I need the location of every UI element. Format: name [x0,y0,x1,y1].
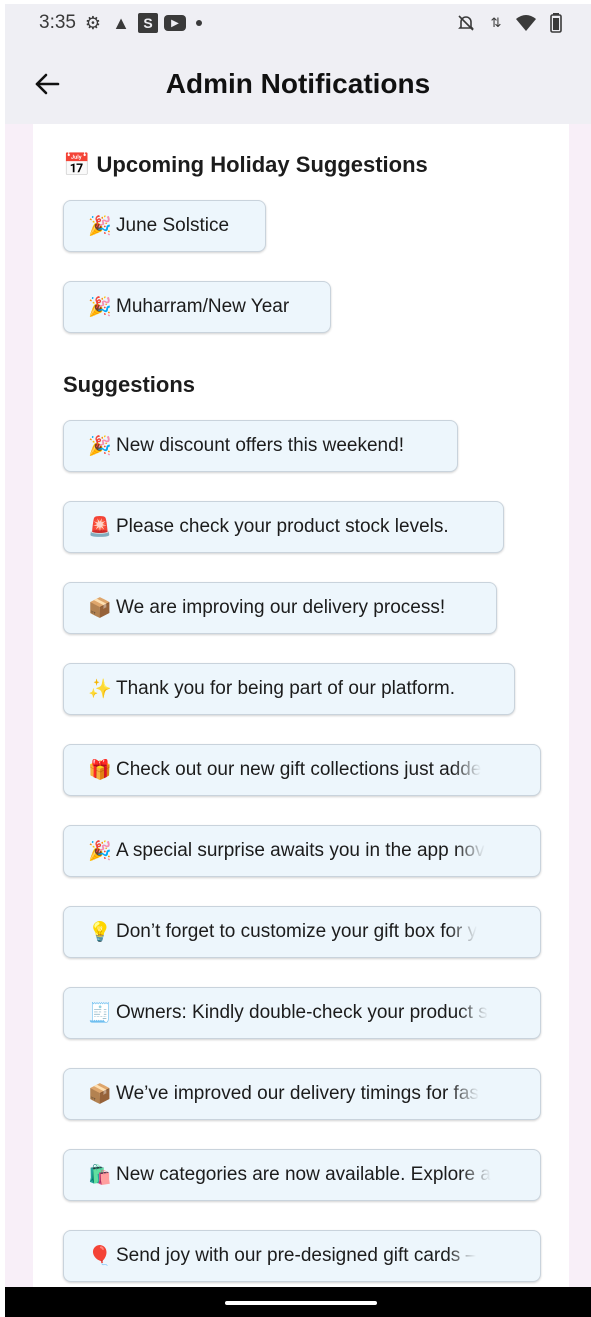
party-popper-icon: 🎉 [88,841,112,862]
calendar-icon: 📅 [63,152,91,177]
chip-label: Check out our new gift collections just … [116,759,482,780]
suggestion-chip[interactable]: ✨ Thank you for being part of our platfo… [63,663,515,715]
suggestion-chip[interactable]: 🎈 Send joy with our pre-designed gift ca… [63,1230,541,1282]
party-popper-icon: 🎉 [88,297,112,318]
chip-label: We are improving our delivery process! [116,597,446,618]
chip-label: New discount offers this weekend! [116,435,404,456]
status-time: 3:35 [39,12,76,33]
suggestion-chip[interactable]: 📦 We are improving our delivery process! [63,582,497,634]
balloon-icon: 🎈 [88,1246,112,1267]
party-popper-icon: 🎉 [88,216,112,237]
wifi-icon [515,12,537,34]
chip-label: Don’t forget to customize your gift box … [116,921,478,942]
package-icon: 📦 [88,598,112,619]
chip-label: Send joy with our pre-designed gift card… [116,1245,477,1266]
status-left: 3:35 ⚙ ▲ S ▶ [39,12,202,34]
chip-label: Owners: Kindly double-check your product… [116,1002,488,1023]
battery-icon [545,12,567,34]
system-navigation-bar [5,1287,591,1317]
s-app-icon: S [137,13,158,33]
suggestion-chip[interactable]: 🧾 Owners: Kindly double-check your produ… [63,987,541,1039]
suggestion-chip[interactable]: 💡 Don’t forget to customize your gift bo… [63,906,541,958]
youtube-icon: ▶ [163,15,186,31]
holiday-section-title-text: Upcoming Holiday Suggestions [96,152,428,177]
settings-gear-icon: ⚙ [84,12,102,33]
chip-label: Muharram/New Year [116,296,290,317]
suggestion-chip[interactable]: 🛍️ New categories are now available. Exp… [63,1149,541,1201]
suggestion-chip[interactable]: 🎁 Check out our new gift collections jus… [63,744,541,796]
suggestion-chip[interactable]: 📦 We’ve improved our delivery timings fo… [63,1068,541,1120]
holiday-section-title: 📅 Upcoming Holiday Suggestions [63,152,428,178]
warning-triangle-icon: ▲ [112,12,130,33]
siren-icon: 🚨 [88,517,112,538]
home-indicator[interactable] [225,1301,377,1305]
suggestion-chip[interactable]: 🎉 New discount offers this weekend! [63,420,458,472]
silent-bell-icon [455,12,477,34]
package-icon: 📦 [88,1084,112,1105]
status-right: ⇅ [455,12,567,34]
status-bar: 3:35 ⚙ ▲ S ▶ ⇅ [5,4,591,44]
chip-label: We’ve improved our delivery timings for … [116,1083,479,1104]
sparkles-icon: ✨ [88,679,112,700]
party-popper-icon: 🎉 [88,436,112,457]
chip-label: Thank you for being part of our platform… [116,678,456,699]
page-title: Admin Notifications [165,68,431,99]
app-bar: Admin Notifications [5,44,591,124]
receipt-icon: 🧾 [88,1003,112,1024]
notifications-content: 📅 Upcoming Holiday Suggestions 🎉 June So… [33,124,569,1287]
chip-label: Please check your product stock levels. [116,516,449,537]
chip-label: A special surprise awaits you in the app… [116,840,485,861]
gift-icon: 🎁 [88,760,112,781]
shopping-bags-icon: 🛍️ [88,1165,112,1186]
holiday-chip-muharram[interactable]: 🎉 Muharram/New Year [63,281,331,333]
holiday-chip-june-solstice[interactable]: 🎉 June Solstice [63,200,266,252]
notification-dot-icon [195,20,202,26]
data-arrows-icon: ⇅ [490,15,502,30]
suggestions-section-title: Suggestions [63,372,196,397]
light-bulb-icon: 💡 [88,922,112,943]
suggestion-chip[interactable]: 🚨 Please check your product stock levels… [63,501,504,553]
chip-label: June Solstice [116,215,230,236]
chip-label: New categories are now available. Explor… [116,1164,491,1185]
suggestion-chip[interactable]: 🎉 A special surprise awaits you in the a… [63,825,541,877]
phone-screen: 3:35 ⚙ ▲ S ▶ ⇅ Admin Notifications 📅 Upc… [5,4,591,1317]
